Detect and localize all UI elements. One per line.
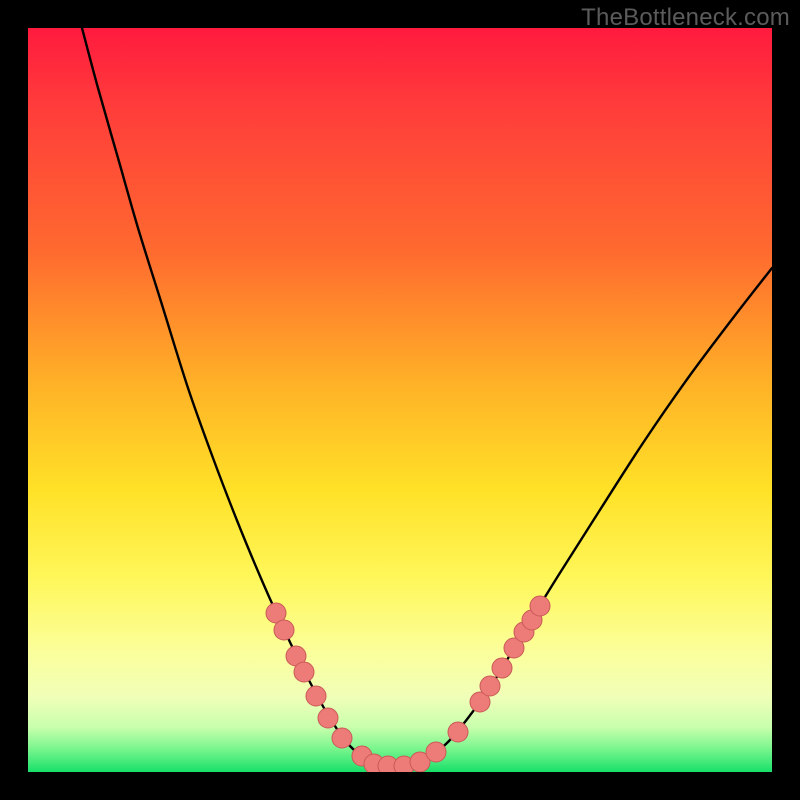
data-dot [470, 692, 490, 712]
data-dot [480, 676, 500, 696]
data-dot [266, 603, 286, 623]
chart-frame: TheBottleneck.com [0, 0, 800, 800]
data-dot [294, 662, 314, 682]
data-dot [274, 620, 294, 640]
plot-area [28, 28, 772, 772]
data-dot [492, 658, 512, 678]
data-dot [332, 728, 352, 748]
data-dot [318, 708, 338, 728]
data-dot [378, 756, 398, 772]
data-dot [504, 638, 524, 658]
data-dot [530, 596, 550, 616]
chart-svg [28, 28, 772, 772]
data-dot [426, 742, 446, 762]
data-dot [514, 622, 534, 642]
data-dot [410, 752, 430, 772]
curve-dots [266, 596, 550, 772]
data-dot [306, 686, 326, 706]
data-dot [448, 722, 468, 742]
data-dot [352, 746, 372, 766]
data-dot [364, 754, 384, 772]
data-dot [522, 610, 542, 630]
bottleneck-curve [82, 28, 772, 767]
data-dot [394, 756, 414, 772]
data-dot [286, 646, 306, 666]
